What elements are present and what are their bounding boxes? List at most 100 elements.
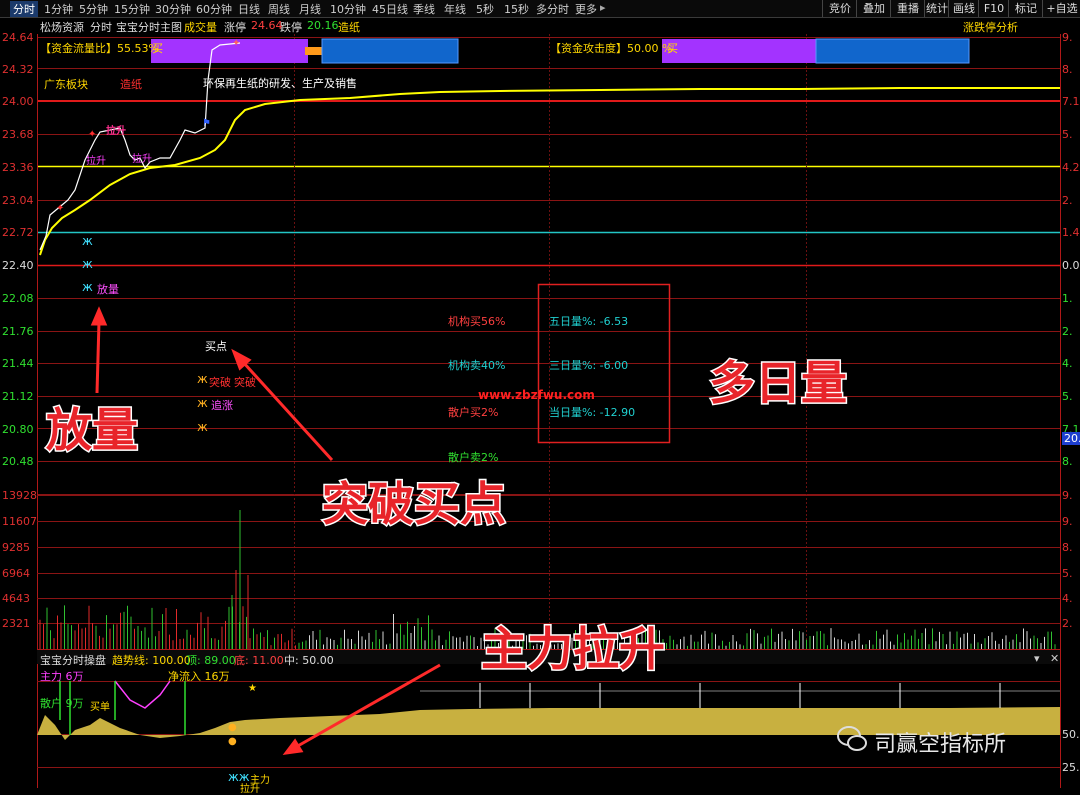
pct-tick: 7.1 (1062, 95, 1080, 108)
buy-order-signal: 买单 (90, 702, 110, 713)
current-price-marker: 20.6 (1062, 432, 1080, 445)
volume-tick: 6964 (2, 567, 30, 580)
inst-sell: 机构卖40% (448, 359, 506, 372)
net-inflow-amount: 净流入 16万 (168, 670, 230, 683)
pct-tick: 8. (1062, 455, 1073, 468)
price-tick: 23.04 (2, 194, 34, 207)
pct-tick: 1.4 (1062, 226, 1080, 239)
sub-white-spikes (479, 683, 1001, 708)
price-tick: 23.68 (2, 128, 34, 141)
wechat-logo-icon (836, 724, 868, 754)
fund-attack-tag: 买 (667, 42, 678, 55)
chase-signal: 追涨 (211, 399, 233, 412)
price-tick: 21.76 (2, 325, 34, 338)
butterfly-icon: ж (82, 257, 93, 271)
flag-icon: ⚑ (202, 118, 211, 129)
sub-white-band (420, 690, 1060, 692)
volume-tick: 13928 (2, 489, 37, 502)
coin-icon: ● (228, 722, 237, 733)
volume-pct-tick: 2. (1062, 617, 1073, 630)
price-tick: 20.80 (2, 423, 34, 436)
fund-flow-bar-purple (151, 39, 308, 63)
pull-up-signal: 拉升 (132, 154, 152, 165)
fund-flow-bar-blue (321, 38, 459, 64)
price-tick: 21.44 (2, 357, 34, 370)
fund-flow-ratio-tag: 买 (152, 42, 163, 55)
bottom-value: 底: 11.00 (234, 654, 284, 667)
pct-tick: 9. (1062, 31, 1073, 44)
pct-tick: 5. (1062, 128, 1073, 141)
pull-up-signal: 拉升 (106, 126, 126, 137)
pct-tick: 2. (1062, 194, 1073, 207)
pct-tick: 8. (1062, 63, 1073, 76)
overlay-main-force: 主力拉升 (480, 621, 667, 678)
volume-grid (37, 495, 1060, 624)
volume-pct-tick: 5. (1062, 567, 1073, 580)
pct-tick: 5. (1062, 390, 1073, 403)
fund-attack-label: 【资金攻击度】50.00 % (550, 42, 673, 55)
price-tick: 21.12 (2, 390, 34, 403)
today-volume: 当日量%: -12.90 (549, 406, 636, 419)
pct-tick: 0.0 (1062, 259, 1080, 272)
volume-pct-tick: 8. (1062, 541, 1073, 554)
breakout-signal: 突破 (209, 376, 231, 389)
main-force-amount: 主力 6万 (40, 670, 84, 683)
collapse-icon[interactable]: ▾ (1034, 652, 1040, 665)
overlay-breakout-buy: 突破买点 (321, 476, 508, 533)
volume-pct-tick: 9. (1062, 515, 1073, 528)
sub-chart-title[interactable]: 宝宝分时操盘 (40, 652, 106, 668)
fund-flow-bar-orange (305, 47, 322, 55)
price-tick: 20.48 (2, 455, 34, 468)
volume-up-signal: 放量 (97, 283, 119, 296)
coin-icon: ● (228, 736, 237, 747)
five-day-volume: 五日量%: -6.53 (549, 315, 629, 328)
price-tick: 22.08 (2, 292, 34, 305)
watermark-url: www.zbzfwu.com (478, 388, 595, 402)
retail-amount: 散户 9万 (40, 697, 84, 710)
pct-tick: 4.2 (1062, 161, 1080, 174)
sector-tag: 造纸 (120, 78, 142, 91)
butterfly-icon: ж (82, 234, 93, 248)
retail-buy: 散户买2% (448, 406, 499, 419)
butterfly-icon: ж (197, 420, 208, 434)
pct-tick: 2. (1062, 325, 1073, 338)
rocket-icon: ✦ (88, 129, 97, 140)
retail-sell: 散户卖2% (448, 451, 499, 464)
inst-buy: 机构买56% (448, 315, 506, 328)
price-tick: 23.36 (2, 161, 34, 174)
volume-tick: 9285 (2, 541, 30, 554)
volume-tick: 11607 (2, 515, 37, 528)
fund-attack-bar-blue (815, 38, 970, 64)
butterfly-icon: ж (197, 396, 208, 410)
pull-up-signal: 拉升 (86, 156, 106, 167)
fund-attack-bar-purple (662, 39, 816, 63)
rocket-icon: ✦ (232, 38, 241, 49)
rocket-icon: ✦ (56, 203, 65, 214)
volume-tick: 4643 (2, 592, 30, 605)
sub-right-tick: 25. (1062, 761, 1080, 774)
breakout-signal: 突破 (234, 376, 256, 389)
overlay-multi-day: 多日量 (708, 355, 849, 412)
overlay-volume-up: 放量 (45, 402, 140, 459)
price-tick: 22.40 (2, 259, 34, 272)
trend-line-value: 趋势线: 100.00 (112, 654, 191, 667)
sector-label: 广东板块 (44, 78, 88, 91)
close-icon[interactable]: ✕ (1050, 652, 1059, 665)
fund-flow-ratio-label: 【资金流量比】55.53% (40, 42, 159, 55)
volume-pct-tick: 9. (1062, 489, 1073, 502)
pct-tick: 1. (1062, 292, 1073, 305)
three-day-volume: 三日量%: -6.00 (549, 359, 629, 372)
pct-tick: 4. (1062, 357, 1073, 370)
buy-point-label: 买点 (205, 340, 227, 353)
mid-value: 中: 50.00 (284, 654, 334, 667)
business-description: 环保再生纸的研发、生产及销售 (203, 77, 357, 90)
volume-pct-tick: 4. (1062, 592, 1073, 605)
butterfly-icon: ж (197, 372, 208, 386)
price-tick: 24.64 (2, 31, 34, 44)
price-tick: 24.00 (2, 95, 34, 108)
time-grid (294, 34, 807, 650)
volume-tick: 2321 (2, 617, 30, 630)
brand-name: 司赢空指标所 (874, 732, 1007, 757)
sub-magenta-line (114, 680, 171, 709)
star-icon: ★ (248, 683, 257, 694)
